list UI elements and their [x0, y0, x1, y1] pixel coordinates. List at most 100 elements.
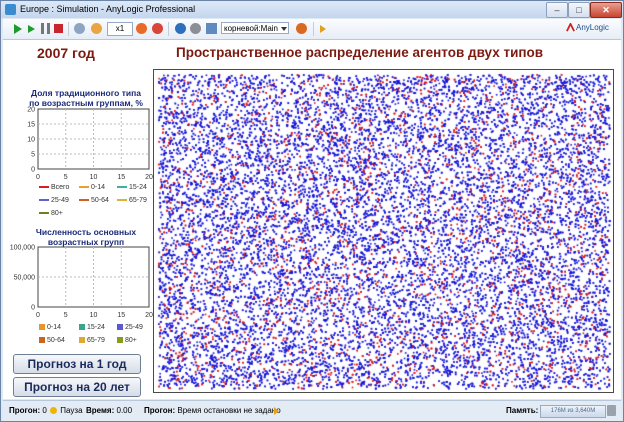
chevron-down-icon: [281, 27, 287, 31]
legend-swatch: [39, 212, 49, 215]
chart1-y-tick-label: 5: [31, 152, 35, 159]
toolbar: x1 корневой:Main AnyLogic: [3, 19, 621, 40]
close-button[interactable]: ✕: [590, 2, 622, 18]
legend-item: Всего: [39, 184, 69, 191]
legend-label: 65-79: [87, 337, 105, 344]
legend-item: 50-64: [79, 197, 109, 204]
chart2-y-tick-label: 50,000: [14, 275, 36, 282]
reload-icon[interactable]: [320, 25, 326, 33]
status-stop: Прогон: Время остановки не задано: [144, 406, 281, 415]
brand-label: AnyLogic: [576, 23, 609, 32]
status-stop-value: Время остановки не задано: [177, 406, 281, 415]
legend-swatch: [39, 337, 45, 344]
chart2-title-line1: Численность основных: [35, 227, 137, 237]
clock-icon[interactable]: [91, 23, 102, 34]
speed-box[interactable]: x1: [107, 22, 133, 36]
chart1-x-tick-label: 15: [117, 174, 125, 181]
root-icon[interactable]: [206, 23, 217, 34]
legend-label: 15-24: [129, 184, 147, 191]
legend-label: 25-49: [125, 324, 143, 331]
legend-label: Всего: [51, 184, 70, 191]
maximize-button[interactable]: □: [568, 2, 590, 18]
title-bar: Europe : Simulation - AnyLogic Professio…: [1, 1, 623, 18]
legend-label: 65-79: [129, 197, 147, 204]
legend-swatch: [79, 199, 89, 202]
chart1-x-tick-label: 10: [90, 174, 98, 181]
agent-field[interactable]: [153, 69, 614, 393]
year-value: 2007: [37, 45, 69, 61]
legend-label: 0-14: [91, 184, 106, 191]
toolbar-separator: [68, 22, 69, 36]
toolbar-separator: [313, 22, 314, 36]
memory-label: Память:: [506, 406, 539, 415]
chart1-title-line1: Доля традиционного типа: [31, 88, 141, 98]
legend-item: 80+: [39, 210, 63, 217]
legend-item: 25-49: [39, 197, 69, 204]
legend-swatch: [117, 324, 123, 331]
legend-label: 0-14: [47, 324, 62, 331]
legend-item: 50-64: [39, 337, 65, 344]
status-time-label: Время:: [86, 406, 115, 415]
toolbar-separator: [168, 22, 169, 36]
legend-swatch: [79, 186, 89, 189]
chart1-y-tick-label: 20: [27, 107, 35, 114]
year-suffix: год: [72, 45, 95, 61]
memory-bar: 176M из 3,640M: [540, 405, 606, 418]
root-select[interactable]: корневой:Main: [221, 22, 289, 34]
navigate-icon[interactable]: [175, 23, 186, 34]
legend-swatch: [39, 324, 45, 331]
slow-down-icon[interactable]: [136, 23, 147, 34]
legend-item: 0-14: [79, 184, 105, 191]
chart2-y-tick-label: 100,000: [10, 245, 35, 252]
legend-label: 15-24: [87, 324, 105, 331]
forecast-1-year-button[interactable]: Прогноз на 1 год: [13, 354, 141, 374]
year-display: 2007 год: [37, 45, 95, 61]
trash-icon[interactable]: [607, 405, 616, 416]
legend-swatch: [117, 199, 127, 202]
app-icon: [5, 4, 16, 15]
agents-icon[interactable]: [74, 23, 85, 34]
legend-label: 80+: [125, 337, 137, 344]
status-time-value: 0.00: [116, 406, 133, 415]
legend-swatch: [117, 337, 123, 344]
camera-icon[interactable]: [190, 23, 201, 34]
legend-swatch: [39, 199, 49, 202]
speed-up-icon[interactable]: [152, 23, 163, 34]
anylogic-logo-icon: [566, 23, 575, 32]
legend-label: 80+: [51, 210, 63, 217]
chart1-y-tick-label: 15: [27, 122, 35, 129]
legend-label: 50-64: [47, 337, 65, 344]
status-progress: Прогон: 0 Пауза: [9, 406, 83, 415]
chart2-y-tick-label: 0: [31, 305, 35, 312]
legend-swatch: [117, 186, 127, 189]
chart1-x-tick-label: 20: [145, 174, 153, 181]
window-title: Europe : Simulation - AnyLogic Professio…: [20, 4, 196, 14]
legend-item: 15-24: [79, 324, 105, 331]
legend-swatch: [39, 186, 49, 189]
run-icon[interactable]: [14, 24, 22, 34]
chart2-x-tick-label: 15: [117, 312, 125, 319]
legend-item: 65-79: [79, 337, 105, 344]
legend-label: 25-49: [51, 197, 69, 204]
root-select-value: корневой:Main: [224, 24, 278, 33]
run-dropdown-icon[interactable]: [28, 25, 35, 33]
chart1-y-tick-label: 10: [27, 137, 35, 144]
chart1-y-tick-label: 0: [31, 167, 35, 174]
status-play-icon[interactable]: [274, 407, 279, 415]
status-progress-value: 0: [42, 406, 47, 415]
chart2-x-tick-label: 20: [145, 312, 153, 319]
chart2-plot: 0 5 10 15 20 0 50,000 100,000: [10, 245, 153, 320]
forecast-20-years-button[interactable]: Прогноз на 20 лет: [13, 377, 141, 397]
minimize-button[interactable]: –: [546, 2, 568, 18]
go-to-root-icon[interactable]: [296, 23, 307, 34]
app-window: Europe : Simulation - AnyLogic Professio…: [0, 0, 624, 422]
status-stop-label: Прогон:: [144, 406, 176, 415]
legend-item: 0-14: [39, 324, 61, 331]
status-state: Пауза: [60, 406, 83, 415]
legend-item: 25-49: [117, 324, 143, 331]
pause-icon[interactable]: [41, 23, 50, 34]
chart1-title: Доля традиционного типа по возрастным гр…: [21, 88, 151, 108]
legend-item: 15-24: [117, 184, 147, 191]
legend-item: 65-79: [117, 197, 147, 204]
stop-icon[interactable]: [54, 24, 63, 33]
